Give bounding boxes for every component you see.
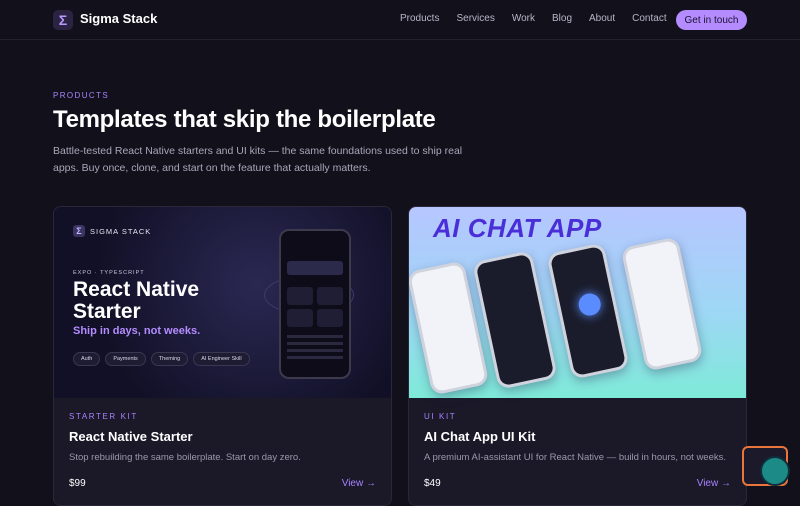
pill-payments: Payments [105, 352, 146, 366]
feature-pills: Auth Payments Theming AI Engineer Skill [73, 352, 250, 366]
pill-auth: Auth [73, 352, 101, 366]
top-nav: Σ Sigma Stack Products Services Work Blo… [0, 0, 800, 40]
product-card-starter[interactable]: Σ SIGMA STACK EXPO · TYPESCRIPT React Na… [53, 206, 392, 506]
card-description: A premium AI-assistant UI for React Nati… [424, 452, 727, 463]
nav-item-products[interactable]: Products [400, 13, 439, 24]
card-kicker: STARTER KIT [69, 412, 138, 421]
nav-menu: Products Services Work Blog About Contac… [400, 13, 667, 24]
hero-title: AI CHAT APP [433, 213, 602, 243]
card-price: $99 [69, 478, 86, 489]
card-price: $49 [424, 478, 441, 489]
card-description: Stop rebuilding the same boilerplate. St… [69, 452, 301, 463]
card-hero-image: AI CHAT APP [409, 207, 746, 398]
hero-title: React Native Starter [73, 278, 200, 323]
sigma-logo-icon[interactable]: Σ [53, 10, 73, 30]
product-card-ai-chat[interactable]: AI CHAT APP UI KIT AI Chat App UI Kit A … [408, 206, 747, 506]
phone-mockup [546, 242, 630, 380]
card-title[interactable]: AI Chat App UI Kit [424, 429, 535, 444]
view-link[interactable]: View → [697, 478, 731, 489]
phone-mockup [279, 229, 351, 379]
card-hero-image: Σ SIGMA STACK EXPO · TYPESCRIPT React Na… [54, 207, 391, 398]
phone-mockup [620, 236, 704, 372]
section-eyebrow: PRODUCTS [53, 91, 110, 100]
pill-ai-engineer-skill: AI Engineer Skill [193, 352, 250, 366]
card-kicker: UI KIT [424, 412, 457, 421]
view-link[interactable]: View → [342, 478, 376, 489]
pill-theming: Theming [150, 352, 189, 366]
nav-item-services[interactable]: Services [456, 13, 494, 24]
hero-subtitle: Ship in days, not weeks. [73, 325, 201, 337]
card-title[interactable]: React Native Starter [69, 429, 193, 444]
chat-bubble-icon[interactable] [760, 456, 790, 486]
brand-name[interactable]: Sigma Stack [80, 11, 157, 26]
nav-item-blog[interactable]: Blog [552, 13, 572, 24]
hero-tag: EXPO · TYPESCRIPT [73, 270, 145, 276]
get-in-touch-button[interactable]: Get in touch [676, 10, 747, 30]
sigma-logo-icon: Σ [73, 225, 85, 237]
page-title: Templates that skip the boilerplate [53, 106, 436, 133]
hero-brand: SIGMA STACK [90, 227, 152, 236]
nav-item-contact[interactable]: Contact [632, 13, 666, 24]
nav-item-work[interactable]: Work [512, 13, 535, 24]
section-description: Battle-tested React Native starters and … [53, 145, 463, 174]
nav-item-about[interactable]: About [589, 13, 615, 24]
